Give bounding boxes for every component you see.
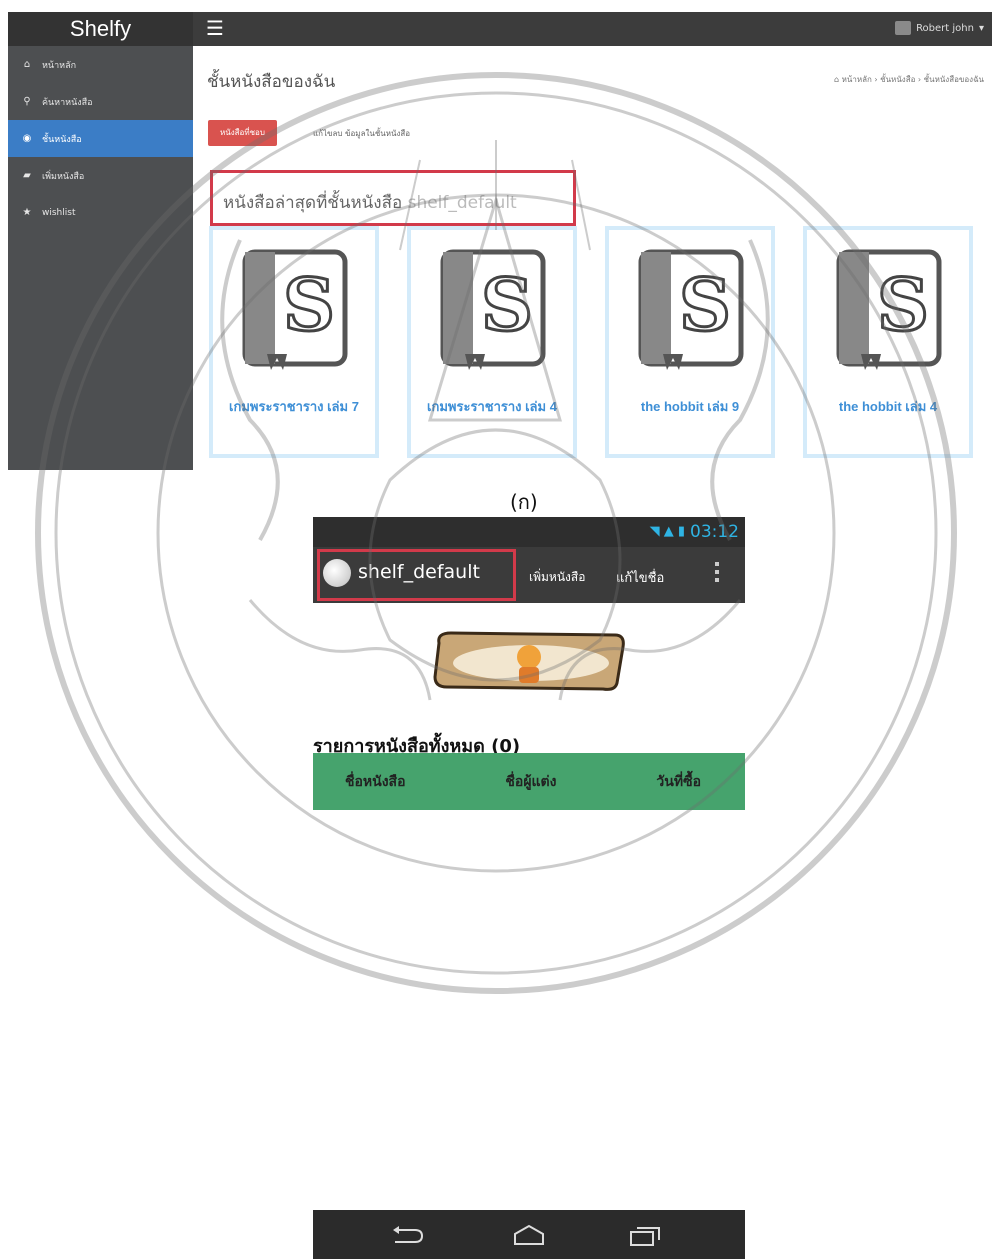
- column-header[interactable]: วันที่ซื้อ: [656, 771, 701, 793]
- section-heading: หนังสือล่าสุดที่ชั้นหนังสือ shelf_defaul…: [223, 193, 517, 213]
- book-cover-icon: S: [440, 249, 546, 370]
- caret-down-icon: ▾: [978, 22, 984, 34]
- figure-caption: (ก): [510, 490, 538, 514]
- breadcrumb: ⌂ หน้าหลัก › ชั้นหนังสือ › ชั้นหนังสือขอ…: [833, 75, 984, 84]
- home-icon: ⌂: [833, 75, 842, 84]
- book-title[interactable]: เกมพระราชาราง เล่ม 4: [411, 396, 573, 417]
- android-screenshot: ◥ ▲ ▮ 03:12 shelf_default เพิ่มหนังสือ แ…: [313, 517, 745, 810]
- star-icon: ★: [22, 207, 32, 218]
- back-icon[interactable]: [389, 1224, 425, 1246]
- action-bar: shelf_default เพิ่มหนังสือ แก้ไขชื่อ: [313, 547, 745, 603]
- svg-text:S: S: [679, 262, 731, 347]
- book-title[interactable]: the hobbit เล่ม 9: [609, 396, 771, 417]
- sidebar-item-shelf[interactable]: ◉ ชั้นหนังสือ: [8, 120, 193, 157]
- web-screenshot: Shelfy ☰ Robert john ▾ ⌂ หน้าหลัก ⚲ ค้นห…: [8, 12, 992, 470]
- book-card[interactable]: S เกมพระราชาราง เล่ม 7: [209, 226, 379, 458]
- shelf-title: shelf_default: [358, 561, 480, 583]
- brand-logo[interactable]: Shelfy: [8, 12, 193, 46]
- sidebar-item-wishlist[interactable]: ★ wishlist: [8, 194, 193, 231]
- app-logo-icon[interactable]: [323, 559, 351, 587]
- overflow-menu-icon[interactable]: [715, 562, 719, 586]
- sidebar-item-label: เพิ่มหนังสือ: [42, 171, 85, 182]
- book-card[interactable]: S the hobbit เล่ม 4: [803, 226, 973, 458]
- status-clock: 03:12: [690, 522, 739, 542]
- shelf-icon: ◉: [22, 133, 32, 144]
- home-icon: ⌂: [23, 59, 31, 70]
- user-name: Robert john: [916, 22, 974, 34]
- column-header[interactable]: ชื่อหนังสือ: [345, 771, 406, 793]
- main-content: ชั้นหนังสือของฉัน ⌂ หน้าหลัก › ชั้นหนังส…: [193, 46, 992, 470]
- add-book-button[interactable]: เพิ่มหนังสือ: [529, 568, 585, 587]
- home-icon[interactable]: [511, 1224, 547, 1246]
- user-menu[interactable]: Robert john ▾: [895, 21, 984, 35]
- android-nav-bar: [313, 1210, 745, 1259]
- tab-favorite-books[interactable]: หนังสือที่ชอบ: [208, 120, 277, 146]
- sidebar-item-label: หน้าหลัก: [42, 60, 77, 71]
- book-title[interactable]: the hobbit เล่ม 4: [807, 396, 969, 417]
- menu-toggle-icon[interactable]: ☰: [206, 17, 224, 39]
- shelf-name: shelf_default: [407, 193, 517, 213]
- sidebar-item-search[interactable]: ⚲ ค้นหาหนังสือ: [8, 83, 193, 120]
- book-card[interactable]: S the hobbit เล่ม 9: [605, 226, 775, 458]
- page-title: ชั้นหนังสือของฉัน: [207, 72, 336, 92]
- edit-name-button[interactable]: แก้ไขชื่อ: [616, 567, 664, 588]
- search-icon: ⚲: [23, 96, 31, 107]
- book-cover-icon: S: [836, 249, 942, 370]
- svg-text:S: S: [283, 262, 335, 347]
- highlight-box: หนังสือล่าสุดที่ชั้นหนังสือ shelf_defaul…: [210, 170, 576, 226]
- svg-text:S: S: [481, 262, 533, 347]
- page: Shelfy ☰ Robert john ▾ ⌂ หน้าหลัก ⚲ ค้นห…: [0, 0, 995, 1259]
- book-icon: ▰: [23, 170, 31, 181]
- column-header[interactable]: ชื่อผู้แต่ง: [505, 771, 556, 793]
- top-navbar: Shelfy ☰ Robert john ▾: [8, 12, 992, 46]
- sidebar-item-label: wishlist: [42, 207, 76, 218]
- recent-apps-icon[interactable]: [627, 1224, 663, 1246]
- svg-text:S: S: [877, 262, 929, 347]
- sidebar-item-add-book[interactable]: ▰ เพิ่มหนังสือ: [8, 157, 193, 194]
- book-cover-icon: S: [242, 249, 348, 370]
- sidebar-item-home[interactable]: ⌂ หน้าหลัก: [8, 46, 193, 83]
- book-title[interactable]: เกมพระราชาราง เล่ม 7: [213, 396, 375, 417]
- wifi-signal-icon: ◥ ▲ ▮: [649, 524, 685, 539]
- sidebar-item-label: ค้นหาหนังสือ: [42, 97, 93, 108]
- sidebar: ⌂ หน้าหลัก ⚲ ค้นหาหนังสือ ◉ ชั้นหนังสือ …: [8, 46, 193, 470]
- list-header: ชื่อหนังสือ ชื่อผู้แต่ง วันที่ซื้อ: [313, 753, 745, 810]
- book-card[interactable]: S เกมพระราชาราง เล่ม 4: [407, 226, 577, 458]
- shelf-banner-image: [433, 631, 625, 691]
- tab-edit-shelf[interactable]: แก้ไขลบ ข้อมูลในชั้นหนังสือ: [313, 127, 410, 140]
- status-bar: ◥ ▲ ▮ 03:12: [313, 517, 745, 547]
- avatar: [895, 21, 912, 35]
- book-cover-icon: S: [638, 249, 744, 370]
- sidebar-item-label: ชั้นหนังสือ: [42, 134, 82, 145]
